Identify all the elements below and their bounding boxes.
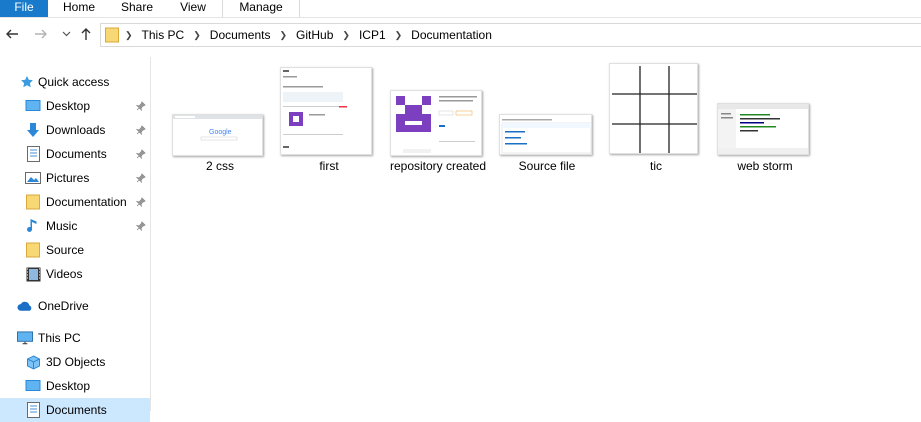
nav-label: 3D Objects bbox=[46, 355, 106, 369]
pictures-icon bbox=[25, 170, 41, 186]
nav-item-videos[interactable]: Videos bbox=[0, 262, 150, 286]
file-list: Google 2 css first repository created So… bbox=[151, 57, 921, 411]
file-thumbnail bbox=[390, 90, 482, 156]
recent-locations-chevron-icon[interactable] bbox=[58, 27, 74, 43]
desktop-icon bbox=[25, 98, 41, 114]
file-thumbnail: Google bbox=[172, 114, 263, 156]
document-icon bbox=[25, 402, 41, 418]
nav-label: Documentation bbox=[46, 195, 127, 209]
nav-label: This PC bbox=[38, 331, 81, 345]
nav-item-source[interactable]: Source bbox=[0, 238, 150, 262]
forward-arrow-icon[interactable] bbox=[33, 27, 49, 43]
pin-icon[interactable] bbox=[135, 196, 148, 208]
navigation-pane: Quick access Desktop Downloads Documents… bbox=[0, 57, 151, 422]
breadcrumb-chevron-icon[interactable]: ❯ bbox=[193, 30, 201, 41]
nav-label: Music bbox=[46, 219, 78, 233]
nav-label: Documents bbox=[46, 147, 107, 161]
breadcrumb-documents[interactable]: Documents bbox=[210, 28, 271, 42]
folder-icon bbox=[105, 27, 119, 43]
nav-this-pc[interactable]: This PC bbox=[0, 326, 150, 350]
file-item[interactable]: web storm bbox=[710, 57, 820, 197]
pin-icon[interactable] bbox=[135, 148, 148, 160]
nav-onedrive[interactable]: OneDrive bbox=[0, 294, 150, 318]
film-strip-icon bbox=[25, 266, 41, 282]
file-name: first bbox=[319, 159, 339, 173]
nav-label: Source bbox=[46, 243, 85, 257]
desktop-icon bbox=[25, 378, 41, 394]
nav-item-documentation[interactable]: Documentation bbox=[0, 190, 150, 214]
file-thumbnail bbox=[609, 63, 698, 154]
music-note-icon bbox=[25, 218, 41, 234]
file-item[interactable]: tic bbox=[601, 57, 711, 197]
cube-3d-icon bbox=[25, 354, 41, 370]
pin-icon[interactable] bbox=[135, 124, 148, 136]
download-arrow-icon bbox=[25, 122, 41, 138]
nav-item-3d-objects[interactable]: 3D Objects bbox=[0, 350, 150, 374]
breadcrumb-documentation[interactable]: Documentation bbox=[411, 28, 492, 42]
nav-label: Videos bbox=[46, 267, 83, 281]
cloud-icon bbox=[17, 298, 33, 314]
pin-icon[interactable] bbox=[135, 100, 148, 112]
address-bar[interactable]: ❯ This PC ❯ Documents ❯ GitHub ❯ ICP1 ❯ … bbox=[100, 23, 921, 47]
tab-share[interactable]: Share bbox=[108, 0, 166, 17]
nav-label: Desktop bbox=[46, 379, 91, 393]
file-name: repository created bbox=[389, 159, 487, 173]
document-icon bbox=[25, 146, 41, 162]
nav-item-desktop[interactable]: Desktop bbox=[0, 94, 150, 118]
star-icon bbox=[19, 74, 35, 90]
file-name: web storm bbox=[737, 159, 793, 173]
file-thumbnail bbox=[280, 67, 372, 155]
file-thumbnail bbox=[499, 114, 592, 155]
breadcrumb-icp1[interactable]: ICP1 bbox=[359, 28, 386, 42]
computer-icon bbox=[17, 330, 33, 346]
nav-item-pc-documents[interactable]: Documents bbox=[0, 398, 150, 422]
up-arrow-icon[interactable] bbox=[78, 27, 94, 43]
ribbon-tabs: File Home Share View Manage bbox=[0, 0, 921, 18]
nav-item-downloads[interactable]: Downloads bbox=[0, 118, 150, 142]
file-item[interactable]: Google 2 css bbox=[165, 57, 275, 197]
file-thumbnail bbox=[717, 103, 809, 155]
nav-label: Documents bbox=[46, 403, 107, 417]
breadcrumb-chevron-icon[interactable]: ❯ bbox=[279, 30, 287, 41]
tab-view[interactable]: View bbox=[168, 0, 218, 17]
breadcrumb: ❯ This PC ❯ Documents ❯ GitHub ❯ ICP1 ❯ … bbox=[125, 24, 492, 46]
nav-item-music[interactable]: Music bbox=[0, 214, 150, 238]
nav-label: Desktop bbox=[46, 99, 91, 113]
nav-quick-access[interactable]: Quick access bbox=[0, 70, 150, 94]
nav-label: OneDrive bbox=[38, 299, 89, 313]
nav-label: Downloads bbox=[46, 123, 106, 137]
back-arrow-icon[interactable] bbox=[4, 27, 20, 43]
nav-item-pictures[interactable]: Pictures bbox=[0, 166, 150, 190]
file-name: 2 css bbox=[205, 159, 234, 173]
pin-icon[interactable] bbox=[135, 220, 148, 232]
breadcrumb-chevron-icon: ❯ bbox=[125, 29, 133, 40]
file-item[interactable]: repository created bbox=[383, 57, 493, 197]
tab-manage[interactable]: Manage bbox=[222, 0, 300, 17]
breadcrumb-chevron-icon[interactable]: ❯ bbox=[342, 30, 350, 41]
nav-label: Quick access bbox=[38, 75, 110, 89]
file-item[interactable]: Source file bbox=[492, 57, 602, 197]
svg-text:Google: Google bbox=[209, 129, 232, 136]
file-item[interactable]: first bbox=[274, 57, 384, 197]
nav-label: Pictures bbox=[46, 171, 90, 185]
tab-home[interactable]: Home bbox=[52, 0, 106, 17]
file-name: tic bbox=[650, 159, 662, 173]
pin-icon[interactable] bbox=[135, 172, 148, 184]
navigation-bar: ❯ This PC ❯ Documents ❯ GitHub ❯ ICP1 ❯ … bbox=[0, 18, 921, 52]
breadcrumb-chevron-icon[interactable]: ❯ bbox=[395, 30, 403, 41]
folder-icon bbox=[25, 242, 41, 258]
breadcrumb-this-pc[interactable]: This PC bbox=[142, 28, 185, 42]
nav-item-pc-desktop[interactable]: Desktop bbox=[0, 374, 150, 398]
nav-item-documents[interactable]: Documents bbox=[0, 142, 150, 166]
folder-icon bbox=[25, 194, 41, 210]
file-name: Source file bbox=[518, 159, 576, 173]
breadcrumb-github[interactable]: GitHub bbox=[296, 28, 333, 42]
tab-file[interactable]: File bbox=[0, 0, 48, 17]
